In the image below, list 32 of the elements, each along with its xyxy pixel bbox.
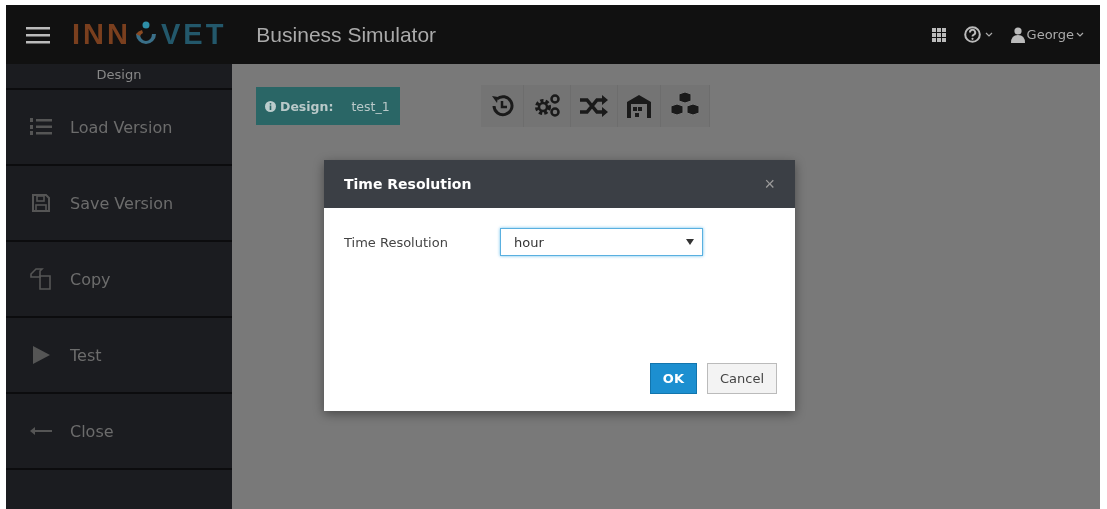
- ok-button[interactable]: OK: [649, 363, 697, 394]
- select-field[interactable]: hour: [500, 228, 703, 256]
- copy-icon: [30, 268, 52, 290]
- user-icon: [1010, 26, 1025, 43]
- help-menu[interactable]: [963, 26, 993, 43]
- grid-icon[interactable]: [931, 27, 946, 42]
- badge-value: test_1: [351, 98, 390, 114]
- menu-icon[interactable]: [26, 25, 50, 44]
- logo-text: INN: [72, 18, 131, 51]
- arrow-left-icon: [30, 426, 52, 436]
- app-title: Business Simulator: [256, 22, 437, 47]
- close-button[interactable]: ×: [764, 173, 775, 195]
- play-icon: [31, 345, 51, 365]
- badge-label: Design:: [280, 98, 334, 114]
- tool-button[interactable]: [617, 85, 661, 127]
- help-icon: [963, 26, 981, 43]
- dialog-title: Time Resolution: [344, 176, 472, 192]
- tool-button[interactable]: [660, 85, 710, 127]
- numbered-list-icon: [30, 117, 52, 137]
- chevron-icon: [984, 32, 993, 37]
- cancel-button[interactable]: Cancel: [706, 363, 777, 394]
- dropdown-arrow-icon: [686, 239, 694, 245]
- warehouse-icon: [625, 93, 652, 119]
- tool-button[interactable]: [570, 85, 618, 127]
- tool-button[interactable]: [480, 85, 524, 127]
- field-label: Time Resolution: [344, 234, 449, 250]
- chevron-icon: [1076, 32, 1084, 37]
- info-icon: [265, 100, 276, 112]
- user-menu[interactable]: George: [1010, 26, 1084, 43]
- tool-button[interactable]: [523, 85, 571, 127]
- shuffle-icon: [578, 94, 609, 118]
- logo-text: VET: [160, 18, 227, 51]
